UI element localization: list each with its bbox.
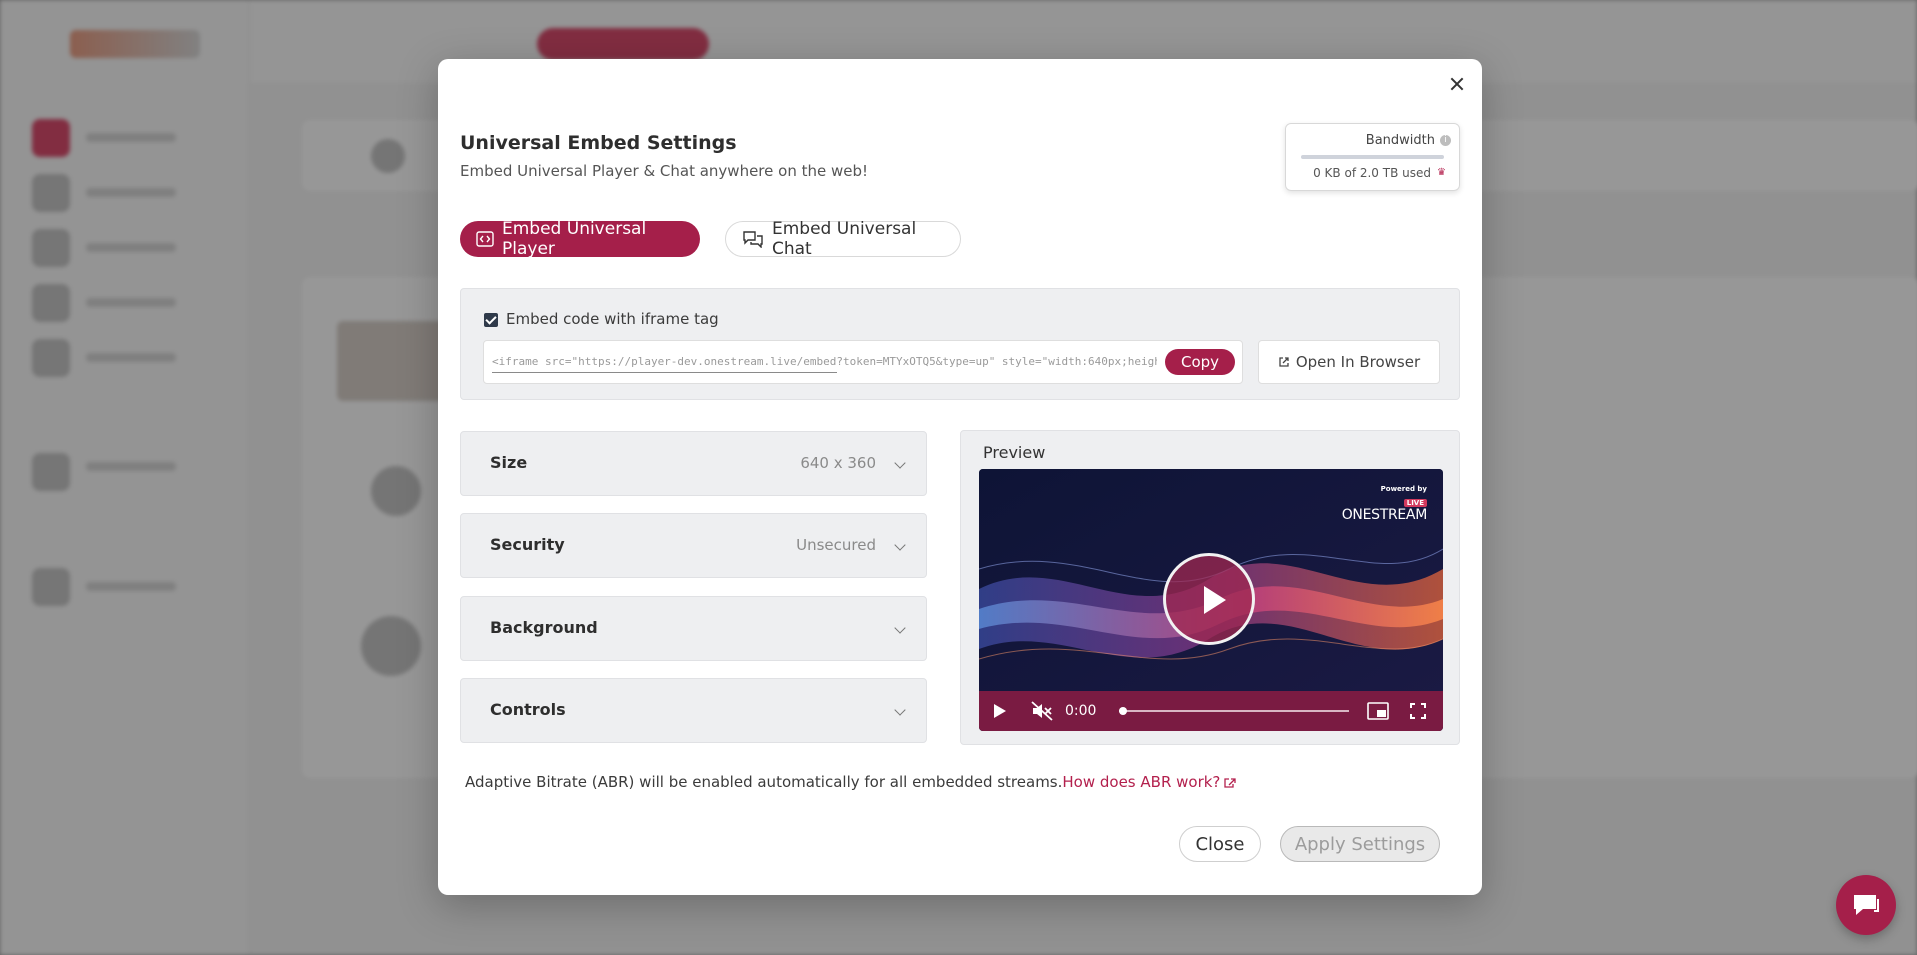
abr-help-link-label: How does ABR work? [1062, 773, 1221, 791]
crown-icon: ♛ [1437, 167, 1446, 178]
bandwidth-label: Bandwidth [1365, 133, 1435, 148]
setting-title: Background [490, 618, 598, 637]
mute-icon[interactable] [1031, 701, 1053, 721]
fullscreen-icon[interactable] [1410, 703, 1426, 719]
video-player[interactable]: Powered by LIVE ONESTREAM 0:00 [979, 469, 1443, 731]
chevron-down-icon [894, 622, 906, 634]
abr-text: Adaptive Bitrate (ABR) will be enabled a… [465, 773, 1063, 791]
bandwidth-progress-bar [1301, 155, 1444, 159]
support-chat-button[interactable] [1836, 875, 1896, 935]
info-icon[interactable]: i [1440, 135, 1451, 146]
embed-settings-modal: Universal Embed Settings Embed Universal… [438, 59, 1482, 895]
modal-title: Universal Embed Settings [460, 132, 737, 154]
open-in-browser-button[interactable]: Open In Browser [1258, 340, 1440, 384]
modal-subtitle: Embed Universal Player & Chat anywhere o… [460, 162, 869, 180]
open-in-browser-label: Open In Browser [1295, 353, 1421, 371]
security-setting[interactable]: Security Unsecured [460, 513, 927, 578]
tab-embed-player[interactable]: Embed Universal Player [460, 219, 700, 259]
controls-setting[interactable]: Controls [460, 678, 927, 743]
size-setting[interactable]: Size 640 x 360 [460, 431, 927, 496]
embed-code-field[interactable]: <iframe src="https://player-dev.onestrea… [483, 340, 1243, 384]
chat-icon [1854, 895, 1879, 915]
preview-panel: Preview Powered by LIVE ONESTREAM 0:00 [960, 430, 1460, 745]
picture-in-picture-icon[interactable] [1367, 702, 1389, 720]
tab-embed-chat[interactable]: Embed Universal Chat [725, 219, 961, 259]
iframe-checkbox-label: Embed code with iframe tag [506, 310, 719, 328]
powered-by-text: Powered by [1380, 485, 1427, 493]
seek-knob[interactable] [1119, 707, 1127, 715]
embed-code-text: <iframe src="https://player-dev.onestrea… [492, 355, 1157, 368]
apply-settings-button[interactable]: Apply Settings [1280, 826, 1440, 862]
external-link-icon [1224, 777, 1237, 788]
setting-value: Unsecured [796, 536, 876, 554]
live-badge: LIVE [1403, 499, 1427, 507]
preview-label: Preview [983, 443, 1046, 462]
setting-value: 640 x 360 [800, 454, 876, 472]
iframe-checkbox[interactable] [484, 313, 498, 327]
play-overlay-button[interactable] [1163, 553, 1255, 645]
play-icon[interactable] [993, 703, 1007, 719]
chat-bubbles-icon [743, 231, 763, 248]
setting-title: Controls [490, 700, 566, 719]
seek-bar[interactable] [1119, 707, 1349, 715]
background-setting[interactable]: Background [460, 596, 927, 661]
setting-title: Security [490, 535, 565, 554]
tab-label: Embed Universal Player [502, 219, 647, 259]
player-controls: 0:00 [979, 691, 1443, 731]
chevron-down-icon [894, 704, 906, 716]
close-icon[interactable] [1444, 71, 1470, 97]
embed-code-icon [476, 231, 494, 247]
copy-button[interactable]: Copy [1165, 349, 1235, 375]
setting-title: Size [490, 453, 528, 472]
bandwidth-usage: 0 KB of 2.0 TB used [1313, 166, 1431, 180]
chevron-down-icon [894, 539, 906, 551]
brand-logo: ONESTREAM [1341, 507, 1428, 523]
abr-help-link[interactable]: How does ABR work? [1062, 773, 1237, 791]
close-button[interactable]: Close [1179, 826, 1261, 862]
bandwidth-widget: Bandwidth i 0 KB of 2.0 TB used ♛ [1285, 123, 1460, 191]
time-display: 0:00 [1065, 703, 1097, 719]
external-link-icon [1279, 357, 1289, 367]
chevron-down-icon [894, 457, 906, 469]
embed-code-panel: Embed code with iframe tag <iframe src="… [460, 288, 1460, 400]
tab-label: Embed Universal Chat [772, 219, 917, 259]
embed-code-underline [492, 372, 837, 373]
abr-note: Adaptive Bitrate (ABR) will be enabled a… [465, 773, 1237, 791]
